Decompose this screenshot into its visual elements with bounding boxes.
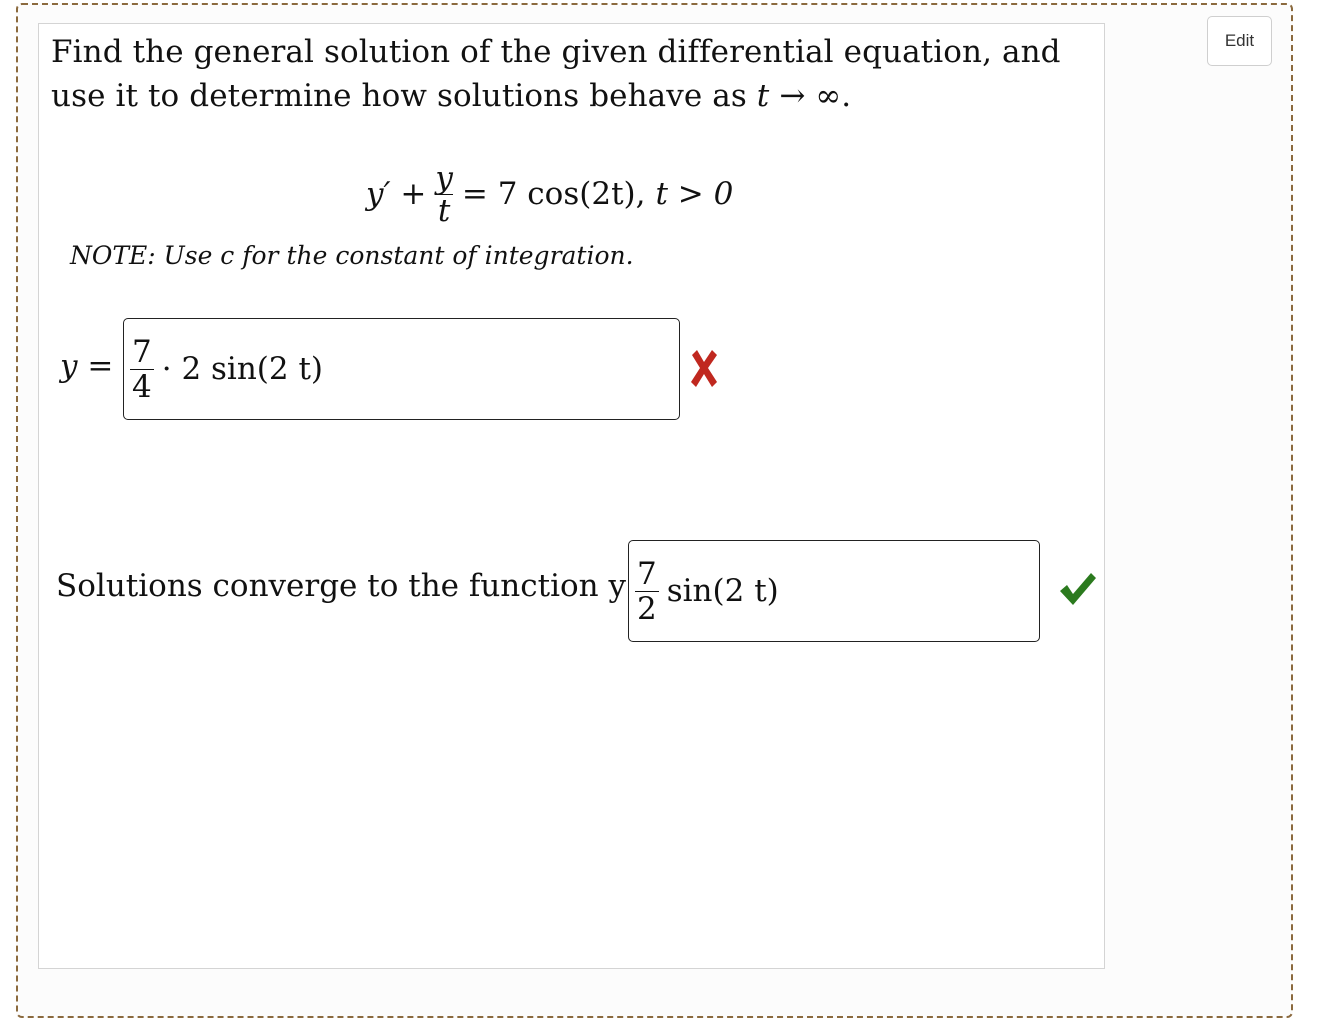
answer2-fraction: 7 2 <box>635 555 659 627</box>
answer1-fraction: 7 4 <box>130 333 154 405</box>
fraction-denominator: t <box>434 193 454 227</box>
correct-check-icon <box>1060 573 1096 605</box>
prompt-text: Find the general solution of the given d… <box>51 34 1061 114</box>
equation-fraction: y t <box>432 162 456 227</box>
answer1-numerator: 7 <box>132 333 152 370</box>
answer2-denominator: 2 <box>635 590 659 627</box>
incorrect-x-icon <box>691 350 717 387</box>
equation-rhs: = 7 cos(2t), <box>461 176 646 212</box>
limit-function-input[interactable]: 7 2 sin(2 t) <box>628 540 1040 642</box>
general-solution-input[interactable]: 7 4 · 2 sin(2 t) <box>123 318 680 420</box>
answer1-expression: · 2 sin(2 t) <box>161 351 324 387</box>
edit-button[interactable]: Edit <box>1207 16 1272 66</box>
equation-condition: t > 0 <box>655 176 734 212</box>
prompt-limit: → ∞. <box>769 78 852 114</box>
question-prompt: Find the general solution of the given d… <box>51 30 1091 118</box>
differential-equation: y′ + y t = 7 cos(2t), t > 0 <box>366 158 733 230</box>
fraction-numerator: y <box>435 159 453 196</box>
answer1-label: y = <box>60 348 114 384</box>
integration-note: NOTE: Use c for the constant of integrat… <box>70 241 634 270</box>
answer2-expression: sin(2 t) <box>666 573 779 609</box>
prompt-variable: t <box>756 78 770 114</box>
equation-lhs: y′ + <box>366 176 427 212</box>
answer2-numerator: 7 <box>637 555 657 592</box>
converge-label: Solutions converge to the function y = <box>56 568 662 604</box>
answer1-denominator: 4 <box>130 368 154 405</box>
